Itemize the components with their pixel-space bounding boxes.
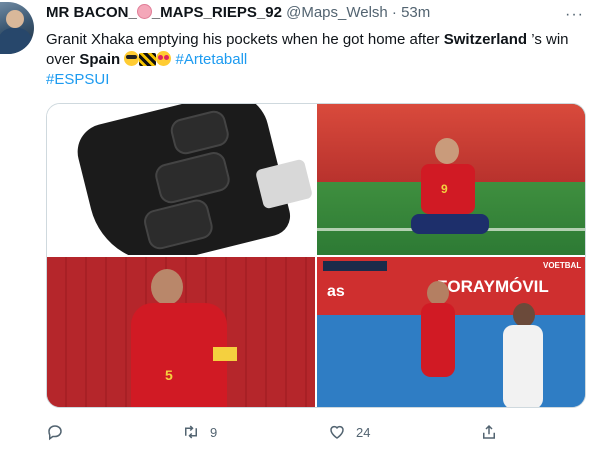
tweet-text-bold-spain: Spain bbox=[79, 51, 121, 68]
key-trunk-button bbox=[152, 149, 233, 206]
heart-icon bbox=[330, 425, 344, 439]
media-image-broadcast[interactable]: as FORAYMÓVIL VOETBAL bbox=[317, 257, 585, 407]
like-button[interactable]: 24 bbox=[328, 420, 370, 444]
share-icon bbox=[483, 424, 495, 439]
media-image-player-sitting[interactable]: 9 bbox=[317, 104, 585, 255]
player-head bbox=[427, 281, 449, 305]
avatar[interactable] bbox=[0, 2, 34, 54]
avatar-body bbox=[0, 28, 32, 54]
hashtag-link-artetaball[interactable]: #Artetaball bbox=[176, 51, 248, 68]
key-lock-button bbox=[141, 197, 216, 252]
opponent-body bbox=[503, 325, 543, 407]
timestamp[interactable]: 53m bbox=[401, 4, 430, 21]
display-name[interactable]: MR BACON_ _MAPS_RIEPS_92 bbox=[46, 4, 282, 21]
construction-barrier-emoji-icon bbox=[139, 53, 157, 66]
player-body bbox=[421, 303, 455, 377]
opponent-head bbox=[513, 303, 535, 327]
scoreboard-overlay bbox=[323, 261, 387, 271]
media-image-player-standing[interactable]: 5 bbox=[47, 257, 315, 407]
hashtag-link-espsui[interactable]: #ESPSUI bbox=[46, 71, 109, 88]
key-unlock-button bbox=[168, 108, 232, 157]
like-count: 24 bbox=[356, 424, 371, 440]
captain-armband bbox=[213, 347, 237, 361]
player-shirt bbox=[421, 164, 475, 214]
tweet-text: Granit Xhaka emptying his pockets when h… bbox=[46, 30, 586, 90]
tweet-actions: 9 24 bbox=[46, 420, 586, 444]
separator-dot: · bbox=[391, 4, 397, 21]
sunglasses-emoji-icon bbox=[124, 51, 140, 66]
brain-emoji-icon bbox=[136, 4, 152, 19]
retweet-icon bbox=[185, 425, 197, 439]
tweet-header: MR BACON_ _MAPS_RIEPS_92 @Maps_Welsh · 53… bbox=[46, 4, 430, 21]
user-handle[interactable]: @Maps_Welsh bbox=[286, 4, 388, 21]
player-head bbox=[435, 138, 459, 164]
reply-icon bbox=[48, 425, 62, 441]
heart-eyes-emoji-icon bbox=[156, 51, 172, 66]
player-head bbox=[151, 269, 183, 305]
retweet-count: 9 bbox=[210, 424, 218, 440]
more-options-icon[interactable]: ··· bbox=[565, 6, 584, 24]
player-figure: 9 bbox=[411, 138, 489, 248]
jersey-number: 5 bbox=[165, 367, 173, 383]
share-button[interactable] bbox=[480, 420, 508, 444]
broadcast-watermark: VOETBAL bbox=[543, 261, 582, 270]
retweet-button[interactable]: 9 bbox=[182, 420, 217, 444]
banner-left-text: as bbox=[327, 283, 345, 300]
reply-button[interactable] bbox=[46, 420, 74, 444]
tweet-text-part1: Granit Xhaka emptying his pockets when h… bbox=[46, 31, 444, 48]
tweet[interactable]: MR BACON_ _MAPS_RIEPS_92 @Maps_Welsh · 53… bbox=[0, 0, 600, 449]
tweet-text-bold-switzerland: Switzerland bbox=[443, 31, 528, 48]
jersey-number: 9 bbox=[441, 182, 448, 196]
avatar-head bbox=[6, 10, 24, 28]
player-shorts bbox=[411, 214, 489, 234]
media-image-car-key[interactable] bbox=[47, 104, 315, 255]
media-grid: 9 5 as FORAYMÓVIL VOETBAL bbox=[46, 103, 586, 408]
banner-main-text: FORAYMÓVIL bbox=[437, 277, 549, 296]
